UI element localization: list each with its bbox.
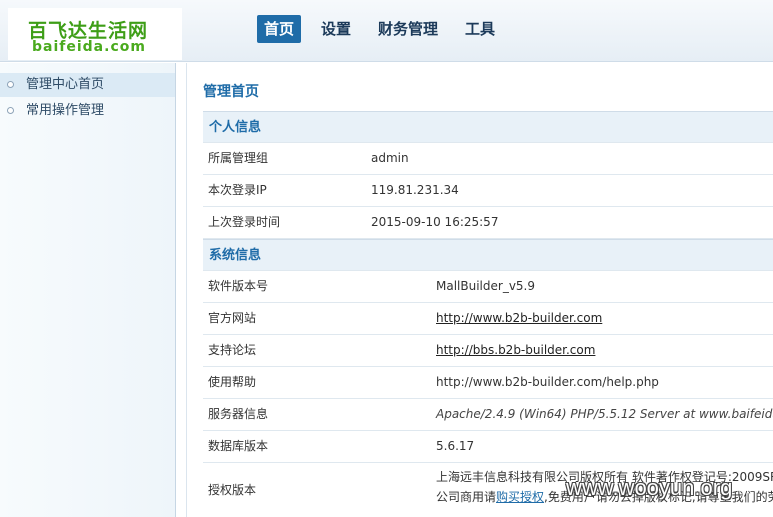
official-site-link[interactable]: http://www.b2b-builder.com xyxy=(436,303,602,334)
sidebar-item-label: 常用操作管理 xyxy=(26,103,105,118)
section-personal-info: 个人信息 xyxy=(203,111,773,143)
info-table: 个人信息 所属管理组 admin 本次登录IP 119.81.231.34 上次… xyxy=(203,111,773,517)
table-row: 本次登录IP 119.81.231.34 xyxy=(203,175,773,207)
table-row: 数据库版本 5.6.17 xyxy=(203,431,773,463)
row-key: 本次登录IP xyxy=(208,183,267,197)
sidebar: 管理中心首页 常用操作管理 xyxy=(0,63,176,517)
row-value: MallBuilder_v5.9 xyxy=(436,279,535,293)
table-row: 所属管理组 admin xyxy=(203,143,773,175)
row-value: 119.81.231.34 xyxy=(371,183,459,197)
sidebar-item-label: 管理中心首页 xyxy=(26,77,105,92)
bullet-icon xyxy=(7,107,14,114)
buy-license-link[interactable]: 购买授权 xyxy=(496,490,544,504)
row-key: 服务器信息 xyxy=(208,407,269,421)
row-key: 数据库版本 xyxy=(208,439,269,453)
row-key: 授权版本 xyxy=(208,483,257,497)
logo[interactable]: 百飞达生活网 baifeida.com xyxy=(8,8,182,60)
nav-finance[interactable]: 财务管理 xyxy=(371,15,445,43)
table-row: 服务器信息 Apache/2.4.9 (Win64) PHP/5.5.12 Se… xyxy=(203,399,773,431)
table-row: 支持论坛 http://bbs.b2b-builder.com xyxy=(203,335,773,367)
header: 百飞达生活网 baifeida.com 首页 设置 财务管理 工具 xyxy=(0,0,773,62)
page-title: 管理首页 xyxy=(203,84,259,100)
nav-settings[interactable]: 设置 xyxy=(314,15,358,43)
nav-home[interactable]: 首页 xyxy=(257,15,302,43)
row-value: 5.6.17 xyxy=(436,439,475,453)
table-row: 软件版本号 MallBuilder_v5.9 xyxy=(203,271,773,303)
row-key: 使用帮助 xyxy=(208,375,257,389)
license-text-pre: 公司商用请 xyxy=(436,490,497,504)
nav-tools[interactable]: 工具 xyxy=(458,15,502,43)
watermark: www.wooyun.org xyxy=(566,475,733,500)
row-key: 所属管理组 xyxy=(208,151,269,165)
section-system-info: 系统信息 xyxy=(203,239,773,271)
row-key: 软件版本号 xyxy=(208,279,269,293)
row-value: http://www.b2b-builder.com/help.php xyxy=(436,375,659,389)
bullet-icon xyxy=(7,81,14,88)
top-nav: 首页 设置 财务管理 工具 xyxy=(257,15,515,43)
row-value: 2015-09-10 16:25:57 xyxy=(371,215,499,229)
row-key: 支持论坛 xyxy=(208,343,257,357)
table-row: 使用帮助 http://www.b2b-builder.com/help.php xyxy=(203,367,773,399)
table-row: 官方网站 http://www.b2b-builder.com xyxy=(203,303,773,335)
row-key: 上次登录时间 xyxy=(208,215,281,229)
sidebar-item-admin-home[interactable]: 管理中心首页 xyxy=(0,73,175,97)
forum-link[interactable]: http://bbs.b2b-builder.com xyxy=(436,335,595,366)
table-row: 上次登录时间 2015-09-10 16:25:57 xyxy=(203,207,773,239)
logo-domain: baifeida.com xyxy=(32,39,146,55)
main-content: 管理首页 个人信息 所属管理组 admin 本次登录IP 119.81.231.… xyxy=(186,63,773,517)
row-value: admin xyxy=(371,151,409,165)
sidebar-item-common-ops[interactable]: 常用操作管理 xyxy=(0,99,175,123)
row-key: 官方网站 xyxy=(208,311,257,325)
row-value: Apache/2.4.9 (Win64) PHP/5.5.12 Server a… xyxy=(436,407,773,421)
